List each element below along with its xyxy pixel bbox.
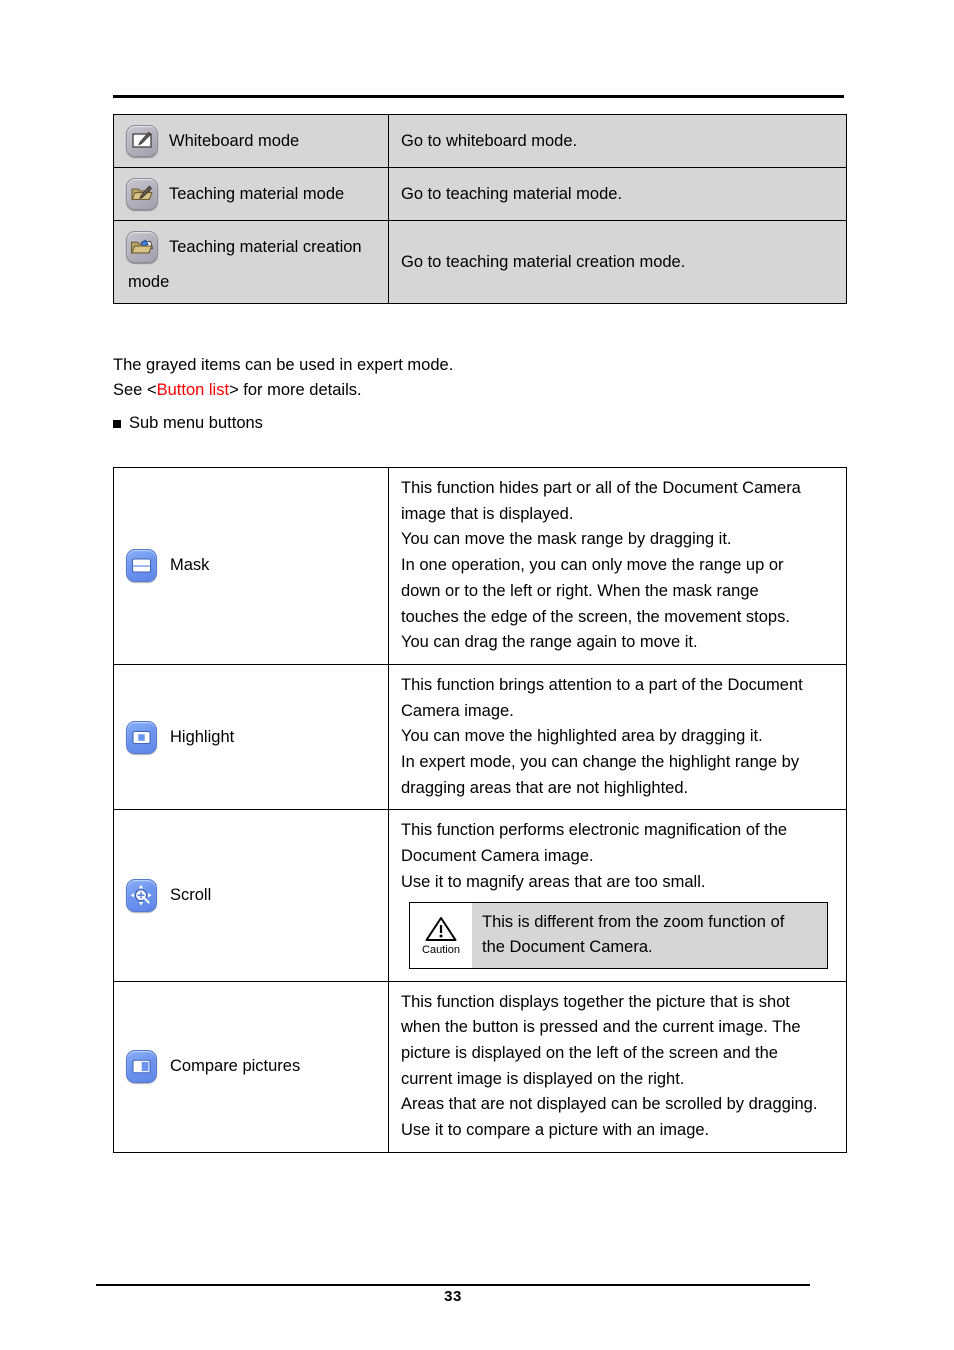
submenu-label-cell: Scroll xyxy=(113,809,389,982)
mode-label-cell: Whiteboard mode xyxy=(113,114,389,168)
caution-box: Caution This is different from the zoom … xyxy=(409,901,828,969)
submenu-label-cell: Highlight xyxy=(113,663,389,811)
desc-line: Document Camera image. xyxy=(401,847,594,866)
mode-description: Go to teaching material creation mode. xyxy=(401,252,686,271)
submenu-description: This function brings attention to a part… xyxy=(389,665,846,810)
mode-desc-cell: Go to teaching material mode. xyxy=(388,167,847,221)
table-row: Teaching material mode Go to teaching ma… xyxy=(113,167,847,221)
desc-line: Use it to compare a picture with an imag… xyxy=(401,1121,710,1140)
mode-label-cell: Teaching material creation mode xyxy=(113,220,389,304)
caution-label: Caution xyxy=(422,944,460,957)
desc-line: You can move the highlighted area by dra… xyxy=(401,727,763,746)
desc-line: touches the edge of the screen, the move… xyxy=(401,607,790,626)
whiteboard-mode-icon[interactable] xyxy=(126,125,158,157)
desc-line: Use it to magnify areas that are too sma… xyxy=(401,872,706,891)
mode-label-cell: Teaching material mode xyxy=(113,167,389,221)
page-number: 33 xyxy=(444,1288,462,1305)
desc-line: down or to the left or right. When the m… xyxy=(401,581,759,600)
table-row: Highlight This function brings attention… xyxy=(113,663,847,811)
submenu-desc-cell: This function brings attention to a part… xyxy=(388,663,847,811)
mode-desc-cell: Go to whiteboard mode. xyxy=(388,114,847,168)
desc-line: image that is displayed. xyxy=(401,504,574,523)
mode-description: Go to teaching material mode. xyxy=(401,184,623,203)
desc-line: In expert mode, you can change the highl… xyxy=(401,753,800,772)
desc-line: This function hides part or all of the D… xyxy=(401,479,801,497)
submenu-description: This function hides part or all of the D… xyxy=(389,468,846,664)
desc-line: picture is displayed on the left of the … xyxy=(401,1043,778,1062)
see-prefix: See < xyxy=(113,381,157,399)
table-row: Compare pictures This function displays … xyxy=(113,980,847,1153)
footer-rule xyxy=(96,1284,810,1286)
submenu-description: This function performs electronic magnif… xyxy=(389,810,846,980)
desc-line: You can drag the range again to move it. xyxy=(401,633,698,652)
desc-line: Areas that are not displayed can be scro… xyxy=(401,1095,818,1114)
desc-line: when the button is pressed and the curre… xyxy=(401,1018,801,1037)
submenu-label: Compare pictures xyxy=(170,1057,301,1076)
desc-line: This function performs electronic magnif… xyxy=(401,821,788,840)
submenu-table: Mask This function hides part or all of … xyxy=(113,467,847,1153)
submenu-heading: Sub menu buttons xyxy=(113,414,263,433)
mode-table: Whiteboard mode Go to whiteboard mode. T… xyxy=(113,114,847,304)
scroll-icon[interactable] xyxy=(126,878,157,912)
table-row: Mask This function hides part or all of … xyxy=(113,467,847,665)
mode-label: Teaching material creation xyxy=(169,237,362,256)
teaching-material-mode-icon[interactable] xyxy=(126,178,158,210)
desc-line: This function brings attention to a part… xyxy=(401,675,803,694)
table-row: Scroll This function performs electronic… xyxy=(113,809,847,982)
header-rule xyxy=(113,95,844,98)
submenu-desc-cell: This function performs electronic magnif… xyxy=(388,809,847,982)
desc-line: This function displays together the pict… xyxy=(401,992,790,1011)
table-row: Whiteboard mode Go to whiteboard mode. xyxy=(113,114,847,168)
mask-icon[interactable] xyxy=(126,549,157,583)
mode-label: Whiteboard mode xyxy=(169,131,300,150)
highlight-icon[interactable] xyxy=(126,720,157,754)
mode-label: Teaching material mode xyxy=(169,184,345,203)
submenu-description: This function displays together the pict… xyxy=(389,982,846,1152)
submenu-heading-label: Sub menu buttons xyxy=(129,414,263,432)
submenu-label: Mask xyxy=(170,556,210,575)
submenu-label: Highlight xyxy=(170,727,235,746)
document-page: Whiteboard mode Go to whiteboard mode. T… xyxy=(0,0,954,1350)
teaching-material-creation-mode-icon[interactable] xyxy=(126,231,158,263)
see-button-list-note: See <Button list> for more details. xyxy=(113,378,362,403)
table-row: Teaching material creation mode Go to te… xyxy=(113,220,847,304)
submenu-label: Scroll xyxy=(170,885,212,904)
caution-line: the Document Camera. xyxy=(482,938,653,957)
submenu-desc-cell: This function hides part or all of the D… xyxy=(388,467,847,665)
warning-triangle-icon xyxy=(425,917,457,942)
caution-text: This is different from the zoom function… xyxy=(472,902,827,968)
desc-line: In one operation, you can only move the … xyxy=(401,556,784,575)
caution-icon-cell: Caution xyxy=(410,902,472,968)
mode-label-wrap: mode xyxy=(128,273,170,291)
grayed-items-note: The grayed items can be used in expert m… xyxy=(113,356,454,374)
submenu-desc-cell: This function displays together the pict… xyxy=(388,980,847,1153)
button-list-link[interactable]: Button list xyxy=(157,381,229,399)
see-suffix: > for more details. xyxy=(229,381,362,399)
mode-description: Go to whiteboard mode. xyxy=(401,131,578,150)
desc-line: You can move the mask range by dragging … xyxy=(401,530,732,549)
desc-line: Camera image. xyxy=(401,701,514,720)
submenu-label-cell: Compare pictures xyxy=(113,980,389,1153)
square-bullet-icon xyxy=(113,419,121,428)
submenu-label-cell: Mask xyxy=(113,467,389,665)
desc-line: current image is displayed on the right. xyxy=(401,1069,685,1088)
caution-line: This is different from the zoom function… xyxy=(482,912,785,931)
mode-desc-cell: Go to teaching material creation mode. xyxy=(388,220,847,304)
desc-line: dragging areas that are not highlighted. xyxy=(401,778,689,797)
compare-pictures-icon[interactable] xyxy=(126,1050,157,1084)
